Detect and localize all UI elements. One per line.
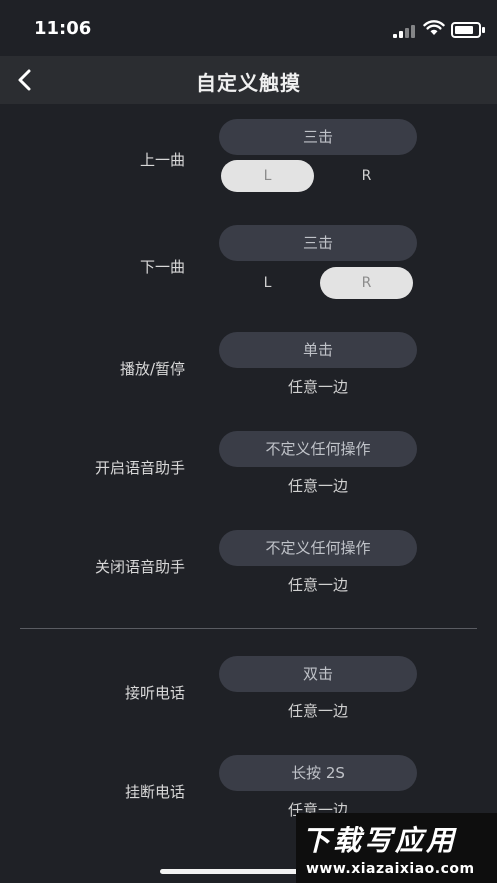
row-label-answer-call: 接听电话 bbox=[124, 684, 185, 702]
watermark-title: 下载写应用 bbox=[302, 824, 458, 857]
previous-track-action-button[interactable]: 三击 bbox=[219, 119, 417, 155]
row-label-previous-track: 上一曲 bbox=[139, 151, 185, 169]
enable-voice-assistant-side-text: 任意一边 bbox=[287, 477, 348, 495]
hang-up-action-button[interactable]: 长按 2S bbox=[219, 755, 417, 791]
row-label-next-track: 下一曲 bbox=[139, 258, 185, 276]
answer-call-action-button[interactable]: 双击 bbox=[219, 656, 417, 692]
previous-track-side-left[interactable]: L bbox=[221, 160, 314, 192]
row-label-disable-voice-assistant: 关闭语音助手 bbox=[94, 558, 185, 576]
section-divider bbox=[20, 628, 477, 629]
status-time: 11:06 bbox=[34, 18, 92, 39]
enable-voice-assistant-action-button[interactable]: 不定义任何操作 bbox=[219, 431, 417, 467]
status-bar: 11:06 bbox=[0, 0, 497, 56]
play-pause-action-button[interactable]: 单击 bbox=[219, 332, 417, 368]
play-pause-side-text: 任意一边 bbox=[287, 378, 348, 396]
page-title: 自定义触摸 bbox=[196, 71, 301, 95]
answer-call-side-text: 任意一边 bbox=[287, 702, 348, 720]
row-label-play-pause: 播放/暂停 bbox=[119, 360, 185, 378]
next-track-action-button[interactable]: 三击 bbox=[219, 225, 417, 261]
wifi-icon bbox=[423, 20, 445, 35]
battery-icon bbox=[451, 22, 485, 38]
next-track-side-right[interactable]: R bbox=[320, 267, 413, 299]
disable-voice-assistant-action-button[interactable]: 不定义任何操作 bbox=[219, 530, 417, 566]
row-label-enable-voice-assistant: 开启语音助手 bbox=[94, 459, 185, 477]
watermark-url: www.xiazaixiao.com bbox=[306, 861, 475, 877]
watermark: 下载写应用 www.xiazaixiao.com bbox=[296, 813, 497, 883]
row-label-hang-up: 挂断电话 bbox=[124, 783, 185, 801]
next-track-side-left[interactable]: L bbox=[221, 267, 314, 299]
disable-voice-assistant-side-text: 任意一边 bbox=[287, 576, 348, 594]
cellular-signal-icon bbox=[393, 24, 415, 38]
nav-bar: 自定义触摸 bbox=[0, 56, 497, 104]
previous-track-side-right[interactable]: R bbox=[320, 160, 413, 192]
